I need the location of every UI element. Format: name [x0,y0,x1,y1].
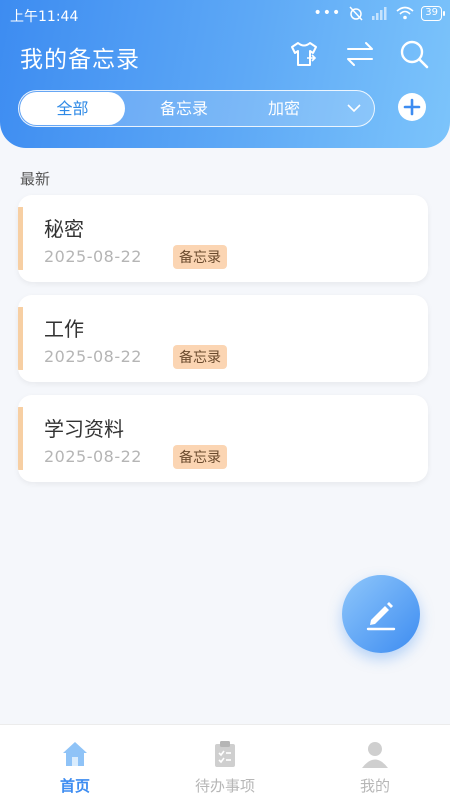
chevron-down-icon[interactable] [347,102,361,114]
note-title: 学习资料 [44,417,124,441]
status-icons: ••• 39 [313,5,445,21]
note-title: 秘密 [44,217,84,241]
note-tag-badge: 备忘录 [173,245,227,269]
new-note-button[interactable] [342,575,420,653]
nav-home[interactable]: 首页 [0,725,150,800]
user-icon [362,742,388,768]
status-bar: 上午11:44 ••• 39 [0,0,450,30]
search-icon[interactable] [398,38,430,70]
card-accent-bar [18,407,23,470]
home-icon [63,742,87,766]
tab-all[interactable]: 全部 [20,92,125,125]
nav-profile[interactable]: 我的 [300,725,450,800]
card-accent-bar [18,207,23,270]
add-category-button[interactable] [398,93,426,121]
plus-icon [403,98,421,116]
note-title: 工作 [44,317,84,341]
tab-encrypted[interactable]: 加密 [254,92,314,125]
note-card[interactable]: 工作 2025-08-22 备忘录 [18,295,428,382]
alarm-off-icon [349,6,363,21]
note-date: 2025-08-22 [44,247,142,266]
note-tag-badge: 备忘录 [173,345,227,369]
status-time: 上午11:44 [10,9,79,25]
battery-indicator: 39 [421,5,445,21]
theme-shirt-icon[interactable] [288,38,320,70]
note-card[interactable]: 秘密 2025-08-22 备忘录 [18,195,428,282]
pencil-edit-icon [366,602,396,631]
note-date: 2025-08-22 [44,347,142,366]
nav-label: 待办事项 [194,777,255,795]
clipboard-icon [215,741,235,767]
wifi-icon [396,6,414,20]
nav-label: 首页 [59,777,90,795]
more-dots-icon: ••• [313,5,342,21]
note-tag-badge: 备忘录 [173,445,227,469]
card-accent-bar [18,307,23,370]
nav-todo[interactable]: 待办事项 [150,725,300,800]
note-date: 2025-08-22 [44,447,142,466]
section-label: 最新 [20,170,51,188]
note-card[interactable]: 学习资料 2025-08-22 备忘录 [18,395,428,482]
page-title: 我的备忘录 [20,47,140,73]
switch-arrows-icon[interactable] [344,38,376,70]
tab-memo[interactable]: 备忘录 [139,92,229,125]
bottom-nav: 首页 待办事项 我的 [0,724,450,800]
nav-label: 我的 [359,777,390,795]
signal-icon [372,7,387,20]
category-tabs: 全部 备忘录 加密 [18,90,375,127]
